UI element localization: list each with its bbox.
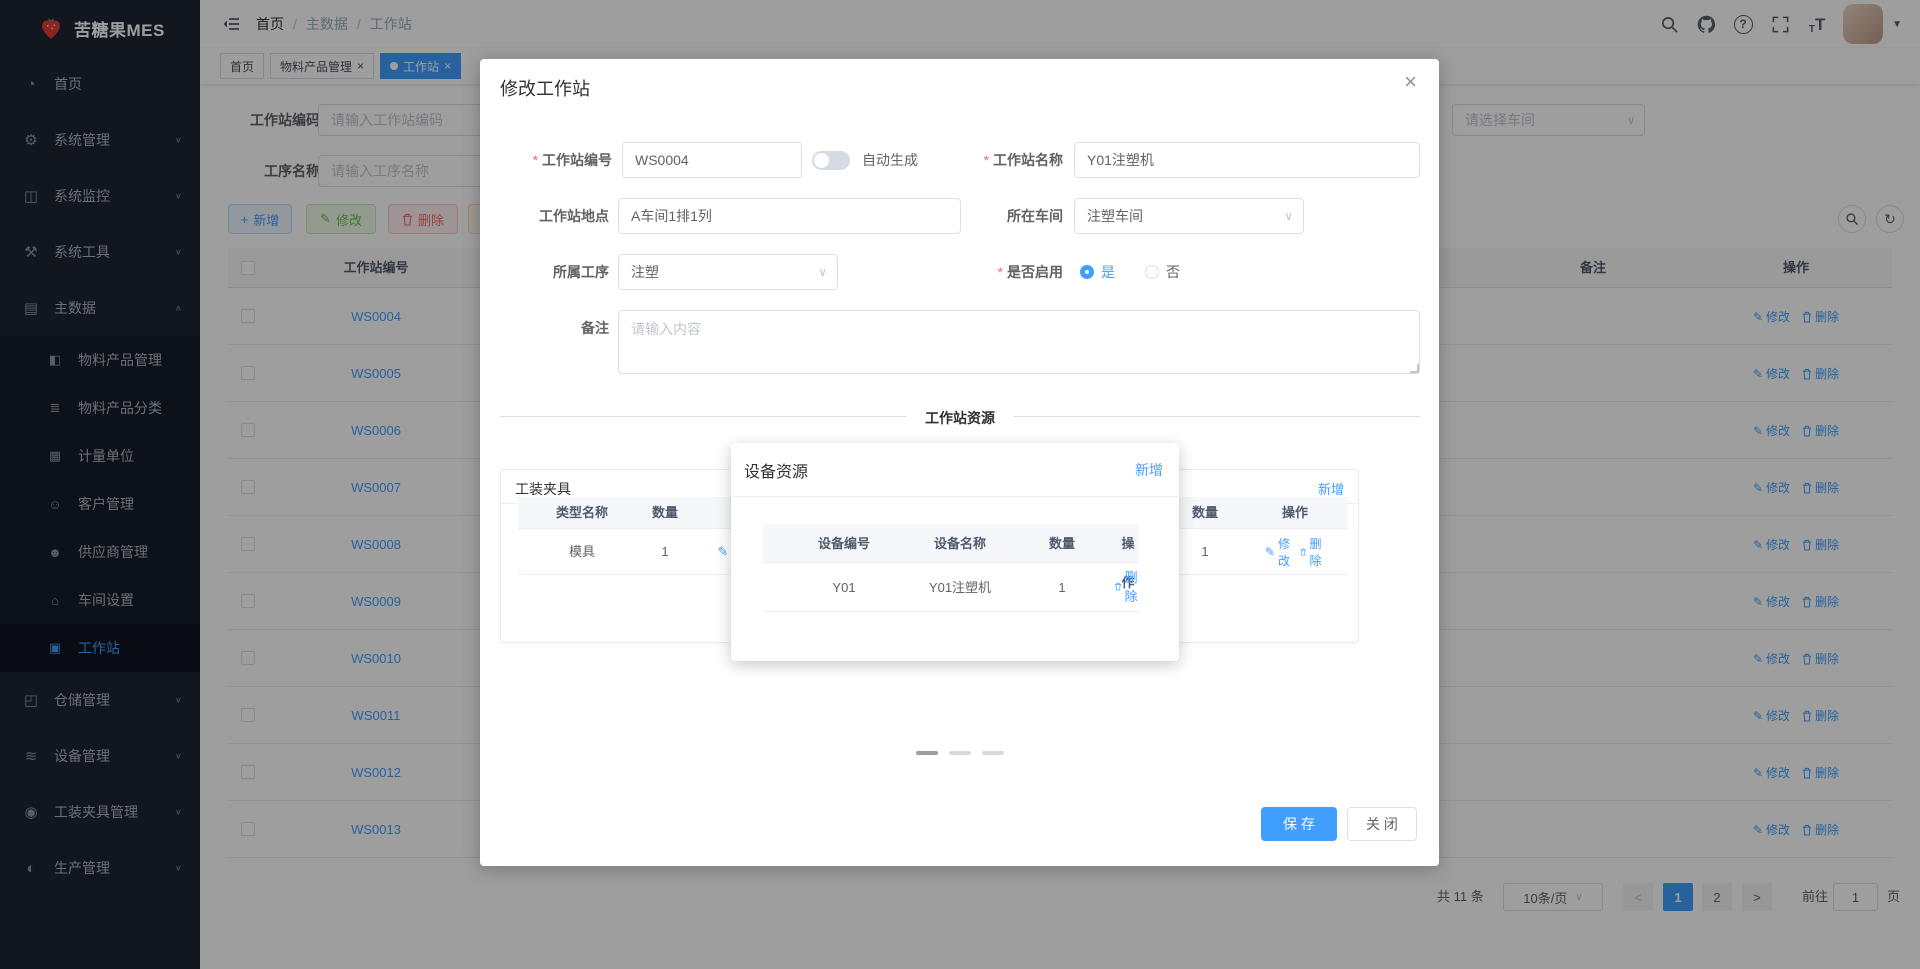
toggle-knob bbox=[814, 153, 829, 168]
fixture-card-title: 工装夹具 bbox=[515, 481, 571, 497]
autogen-label: 自动生成 bbox=[862, 152, 918, 168]
enable-yes-radio[interactable]: 是 bbox=[1080, 254, 1115, 290]
pencil-icon[interactable]: ✎ bbox=[718, 529, 729, 575]
ws-code-input[interactable] bbox=[622, 142, 802, 178]
carousel-dot-2[interactable] bbox=[948, 751, 971, 755]
ws-name-label: 工作站名称 bbox=[923, 142, 1063, 178]
workshop-label: 所在车间 bbox=[1007, 208, 1063, 224]
resource-add-link[interactable]: 新增 bbox=[1318, 479, 1344, 498]
resources-divider-label: 工作站资源 bbox=[907, 408, 1013, 428]
carousel-dot-3[interactable] bbox=[981, 751, 1004, 755]
col-qty-header: 数量 bbox=[651, 505, 679, 520]
resource-row-actions: ✎ 修改 删除 bbox=[1265, 529, 1325, 575]
col-qty-header: 数量 bbox=[1191, 505, 1219, 520]
remark-label: 备注 bbox=[581, 320, 609, 336]
fixture-type-cell: 模具 bbox=[568, 544, 596, 559]
ws-code-label: 工作站编号 bbox=[500, 142, 612, 178]
col-qty-header: 数量 bbox=[1048, 536, 1076, 551]
save-button[interactable]: 保 存 bbox=[1261, 807, 1337, 841]
ws-location-label: 工作站地点 bbox=[539, 208, 609, 224]
row-delete-link[interactable]: 删除 bbox=[1300, 535, 1325, 569]
chevron-down-icon: ∨ bbox=[1284, 209, 1293, 223]
close-button[interactable]: 关 闭 bbox=[1347, 807, 1417, 841]
trash-icon bbox=[1300, 548, 1306, 556]
device-row-actions: 删除 bbox=[1114, 563, 1141, 609]
ws-name-input[interactable] bbox=[1074, 142, 1420, 178]
autogen-toggle[interactable] bbox=[812, 151, 850, 170]
pencil-icon: ✎ bbox=[1264, 545, 1276, 559]
radio-dot-icon bbox=[1080, 265, 1094, 279]
workshop-select[interactable]: 注塑车间 ∨ bbox=[1074, 198, 1304, 234]
resources-divider: 工作站资源 bbox=[500, 408, 1420, 428]
popup-title: 设备资源 bbox=[744, 464, 809, 481]
enable-label: 是否启用 bbox=[923, 254, 1063, 290]
dialog-close-icon[interactable]: × bbox=[1404, 71, 1417, 93]
fixture-qty-cell: 1 bbox=[661, 544, 669, 559]
resource-qty-cell: 1 bbox=[1201, 544, 1209, 559]
device-name-cell: Y01注塑机 bbox=[928, 580, 992, 595]
col-action-header: 操作 bbox=[1281, 505, 1309, 520]
enable-no-radio[interactable]: 否 bbox=[1145, 254, 1180, 290]
chevron-down-icon: ∨ bbox=[818, 265, 827, 279]
device-table: 设备编号 设备名称 数量 操作 Y01 Y01注塑机 1 删除 bbox=[763, 524, 1139, 612]
col-device-name-header: 设备名称 bbox=[933, 536, 987, 551]
device-resource-popup: 设备资源 新增 设备编号 设备名称 数量 操作 Y01 Y01注塑机 1 删除 bbox=[731, 443, 1179, 661]
radio-dot-icon bbox=[1145, 265, 1159, 279]
carousel-dot-1[interactable] bbox=[915, 751, 938, 755]
ws-location-input[interactable] bbox=[618, 198, 961, 234]
col-device-code-header: 设备编号 bbox=[817, 536, 871, 551]
row-delete-link[interactable]: 删除 bbox=[1114, 567, 1141, 605]
device-code-cell: Y01 bbox=[832, 580, 856, 595]
device-table-body: Y01 Y01注塑机 1 删除 bbox=[763, 563, 1139, 612]
col-type-header: 类型名称 bbox=[555, 505, 609, 520]
edit-workstation-dialog: 修改工作站 × 工作站编号 自动生成 工作站名称 工作站地点 所在车间 注塑车间… bbox=[480, 59, 1439, 866]
row-edit-link[interactable]: ✎ 修改 bbox=[1265, 535, 1290, 569]
popup-header: 设备资源 新增 bbox=[731, 443, 1179, 497]
device-qty-cell: 1 bbox=[1058, 580, 1066, 595]
process-label: 所属工序 bbox=[553, 264, 609, 280]
device-row: Y01 Y01注塑机 1 删除 bbox=[763, 563, 1139, 612]
dialog-title: 修改工作站 bbox=[500, 79, 590, 99]
device-add-link[interactable]: 新增 bbox=[1135, 460, 1163, 480]
carousel-indicators bbox=[480, 751, 1439, 755]
trash-icon bbox=[1115, 582, 1122, 590]
device-table-header: 设备编号 设备名称 数量 操作 bbox=[763, 524, 1139, 590]
process-select[interactable]: 注塑 ∨ bbox=[618, 254, 838, 290]
remark-textarea[interactable] bbox=[618, 310, 1420, 374]
